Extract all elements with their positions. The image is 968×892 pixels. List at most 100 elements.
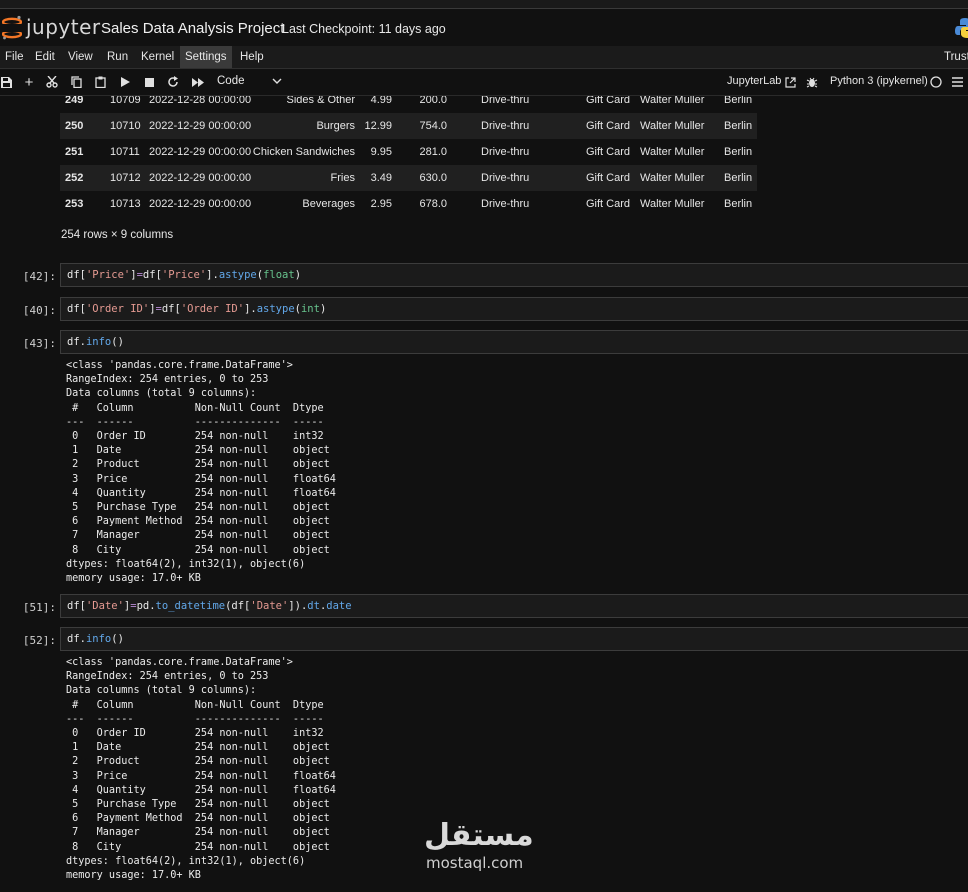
code-text: df.info()	[67, 336, 124, 348]
cell-date: 2022-12-29 00:00:00	[149, 120, 252, 132]
run-icon[interactable]	[119, 73, 131, 91]
notebook-title[interactable]: Sales Data Analysis Project	[101, 20, 284, 37]
menu-file[interactable]: File	[0, 46, 29, 68]
table-row: 249 10709 2022-12-28 00:00:00 Sides & Ot…	[60, 96, 757, 113]
cell-order-id: 10711	[110, 146, 140, 158]
cell-purchase-type: Drive-thru	[481, 146, 530, 158]
cell-output: <class 'pandas.core.frame.DataFrame'> Ra…	[66, 657, 336, 882]
cell-price: 9.95	[370, 146, 392, 158]
cell-price: 2.95	[370, 198, 392, 210]
cell-quantity: 754.0	[419, 120, 447, 132]
cell-manager: Walter Muller	[640, 96, 705, 106]
kernel-name[interactable]: Python 3 (ipykernel)	[830, 75, 928, 87]
cell-date: 2022-12-28 00:00:00	[149, 96, 252, 106]
cell-payment-method: Gift Card	[586, 120, 631, 132]
chevron-down-icon[interactable]	[272, 75, 282, 89]
row-index: 251	[65, 146, 84, 158]
cell-order-id: 10713	[110, 198, 141, 210]
menu-view[interactable]: View	[63, 46, 98, 68]
notebook-content: 249 10709 2022-12-28 00:00:00 Sides & Ot…	[0, 96, 968, 892]
external-link-icon[interactable]	[783, 73, 797, 91]
cell-purchase-type: Drive-thru	[481, 172, 530, 184]
code-input[interactable]: df['Order ID']=df['Order ID'].astype(int…	[60, 297, 968, 321]
menu-help[interactable]: Help	[235, 46, 269, 68]
cell-payment-method: Gift Card	[586, 146, 631, 158]
code-text: df.info()	[67, 633, 124, 645]
trusted-indicator[interactable]: Trusted	[944, 46, 968, 68]
cell-price: 12.99	[364, 120, 392, 132]
stop-icon[interactable]	[143, 73, 155, 91]
jupyter-logo-icon[interactable]	[1, 15, 23, 41]
cell-quantity: 281.0	[419, 146, 447, 158]
add-cell-icon[interactable]: +	[22, 73, 36, 91]
cell-product: Fries	[330, 172, 355, 184]
cell-product: Burgers	[316, 120, 355, 132]
execution-count: [42]:	[22, 270, 56, 283]
fast-forward-icon[interactable]	[191, 73, 205, 91]
menu-run[interactable]: Run	[102, 46, 133, 68]
jupyter-logo-text[interactable]: jupyter	[26, 15, 101, 39]
last-checkpoint: Last Checkpoint: 11 days ago	[282, 22, 446, 36]
menu-edit[interactable]: Edit	[30, 46, 60, 68]
execution-count: [51]:	[22, 601, 56, 614]
row-index: 252	[65, 172, 84, 184]
execution-count: [43]:	[22, 337, 56, 350]
cell-order-id: 10710	[110, 120, 141, 132]
menu-icon[interactable]	[950, 73, 964, 91]
cell-product: Sides & Other	[286, 96, 355, 106]
mostaql-watermark: مستقل mostaql.com	[424, 818, 549, 876]
cell-manager: Walter Muller	[640, 146, 705, 158]
code-input[interactable]: df.info()	[60, 627, 968, 651]
cell-date: 2022-12-29 00:00:00	[149, 172, 252, 184]
cell-type-select[interactable]: Code	[217, 75, 245, 87]
cell-date: 2022-12-29 00:00:00	[149, 198, 252, 210]
cell-payment-method: Gift Card	[586, 172, 631, 184]
dataframe-shape: 254 rows × 9 columns	[61, 229, 174, 241]
jupyterlab-link[interactable]: JupyterLab	[727, 75, 781, 87]
cell-payment-method: Gift Card	[586, 198, 631, 210]
row-index: 253	[65, 198, 84, 210]
menu-kernel[interactable]: Kernel	[136, 46, 179, 68]
table-row: 251 10711 2022-12-29 00:00:00 Chicken Sa…	[60, 139, 757, 165]
cell-city: Berlin	[724, 172, 753, 184]
table-row: 252 10712 2022-12-29 00:00:00 Fries 3.49…	[60, 165, 757, 191]
code-text: df['Price']=df['Price'].astype(float)	[67, 269, 302, 281]
execution-count: [40]:	[22, 304, 56, 317]
code-input[interactable]: df['Date']=pd.to_datetime(df['Date']).dt…	[60, 594, 968, 618]
cell-manager: Walter Muller	[640, 120, 705, 132]
cell-quantity: 630.0	[419, 172, 447, 184]
menu-settings[interactable]: Settings	[180, 46, 232, 68]
dataframe-table: 249 10709 2022-12-28 00:00:00 Sides & Ot…	[60, 96, 757, 217]
cell-product: Chicken Sandwiches	[252, 146, 355, 158]
window-top-strip	[0, 0, 968, 9]
code-text: df['Date']=pd.to_datetime(df['Date']).dt…	[67, 600, 352, 612]
cell-date: 2022-12-29 00:00:00	[149, 146, 252, 158]
debugger-icon[interactable]	[805, 73, 819, 91]
menu-bar: File Edit View Run Kernel Settings Help …	[0, 46, 968, 69]
copy-icon[interactable]	[69, 73, 83, 91]
code-input[interactable]: df['Price']=df['Price'].astype(float)	[60, 263, 968, 287]
python-logo-icon	[955, 17, 968, 39]
table-row: 253 10713 2022-12-29 00:00:00 Beverages …	[60, 191, 757, 217]
code-input[interactable]: df.info()	[60, 330, 968, 354]
cell-quantity: 200.0	[419, 96, 447, 106]
paste-icon[interactable]	[93, 73, 107, 91]
cell-order-id: 10712	[110, 172, 141, 184]
restart-icon[interactable]	[166, 73, 180, 91]
cell-payment-method: Gift Card	[586, 96, 631, 106]
execution-count: [52]:	[22, 634, 56, 647]
cell-price: 3.49	[370, 172, 392, 184]
table-row: 250 10710 2022-12-29 00:00:00 Burgers 12…	[60, 113, 757, 139]
cell-manager: Walter Muller	[640, 198, 705, 210]
notebook-toolbar: + Code JupyterLab Python 3 (ipykernel)	[0, 69, 968, 96]
cell-city: Berlin	[724, 96, 753, 106]
cell-purchase-type: Drive-thru	[481, 120, 530, 132]
save-icon[interactable]	[0, 73, 12, 91]
cell-city: Berlin	[724, 146, 753, 158]
row-index: 250	[65, 120, 84, 132]
cell-purchase-type: Drive-thru	[481, 96, 530, 106]
cell-order-id: 10709	[110, 96, 141, 106]
cut-icon[interactable]	[45, 73, 59, 91]
cell-quantity: 678.0	[419, 198, 447, 210]
code-text: df['Order ID']=df['Order ID'].astype(int…	[67, 303, 327, 315]
